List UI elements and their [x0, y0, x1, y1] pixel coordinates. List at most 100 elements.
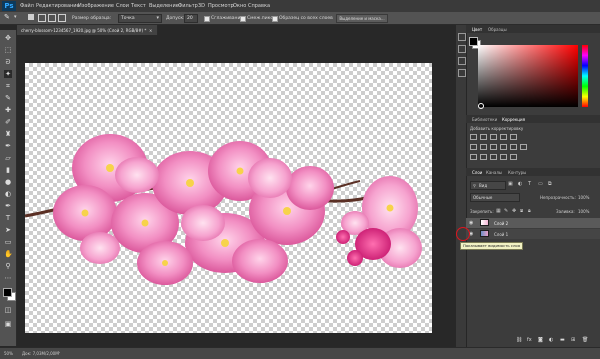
all-layers-checkbox[interactable] [272, 16, 278, 22]
menu-window[interactable]: Окно [233, 3, 246, 9]
curves-icon[interactable] [490, 134, 497, 140]
layer-row[interactable]: ◉ Слой 1 [466, 229, 600, 239]
photo-filter-icon[interactable] [500, 144, 507, 150]
new-layer-icon[interactable]: ⊞ [571, 337, 575, 343]
tolerance-input[interactable]: 20 [184, 14, 198, 23]
character-icon[interactable] [458, 57, 466, 65]
tab-adjustments[interactable]: Коррекция [502, 117, 525, 122]
color-picker-cursor[interactable] [478, 103, 484, 109]
screen-mode-icon[interactable]: ▣ [4, 320, 12, 328]
eye-icon[interactable]: ◉ [469, 220, 473, 226]
lock-all-icon[interactable]: 🔒︎ [528, 208, 531, 214]
hue-slider[interactable] [582, 45, 588, 107]
menu-type[interactable]: Текст [131, 3, 146, 9]
trash-icon[interactable]: 🗑︎ [582, 337, 588, 343]
black-white-icon[interactable] [490, 144, 497, 150]
menu-layers[interactable]: Слои [116, 3, 129, 9]
healing-brush-icon[interactable]: ✚ [4, 106, 12, 114]
link-icon[interactable]: ⛓ [516, 337, 522, 343]
eraser-tool-icon[interactable]: ▱ [4, 154, 12, 162]
magic-wand-tool-icon[interactable]: ✦ [4, 70, 12, 78]
tab-color[interactable]: Цвет [472, 27, 482, 32]
selective-color-icon[interactable] [510, 154, 517, 160]
eyedropper-tool-icon[interactable]: ✎ [4, 94, 12, 102]
shape-filter-icon[interactable]: ▭ [538, 181, 543, 187]
sample-size-select[interactable]: Точка ▾ [118, 14, 162, 23]
layer-filter-select[interactable]: ⚲ Вид [470, 181, 506, 190]
brush-tool-icon[interactable]: ✐ [4, 118, 12, 126]
pixel-filter-icon[interactable]: ▣ [508, 181, 513, 187]
lock-position-icon[interactable]: ✥ [512, 208, 516, 214]
stamp-tool-icon[interactable]: ♜ [4, 130, 12, 138]
history-brush-icon[interactable]: ✒ [4, 142, 12, 150]
gradient-tool-icon[interactable]: ▮ [4, 166, 12, 174]
layer-row[interactable]: ◉ Слой 2 [466, 218, 600, 228]
foreground-color-swatch[interactable] [3, 288, 12, 297]
crop-tool-icon[interactable]: ⌗ [4, 82, 12, 90]
zoom-tool-icon[interactable]: ⚲ [4, 262, 12, 270]
subtract-selection-icon[interactable] [48, 14, 56, 22]
history-icon[interactable] [458, 33, 466, 41]
canvas[interactable] [24, 63, 432, 333]
chevron-right-icon[interactable]: › [58, 350, 60, 356]
color-lookup-icon[interactable] [520, 144, 527, 150]
document-tab[interactable]: cherry-blossom-1234567_1920.jpg @ 50% (С… [17, 25, 158, 35]
menu-filter[interactable]: Фильтр [178, 3, 198, 9]
paragraph-icon[interactable] [458, 69, 466, 77]
channel-mixer-icon[interactable] [510, 144, 517, 150]
eyedropper-tool-icon[interactable]: ✎ [4, 13, 10, 21]
select-and-mask-button[interactable]: Выделение и маска... [336, 14, 388, 23]
foreground-color-swatch[interactable] [469, 37, 478, 46]
mask-icon[interactable]: ◙ [538, 337, 543, 343]
type-tool-icon[interactable]: T [4, 214, 12, 222]
brightness-icon[interactable] [470, 134, 477, 140]
exposure-icon[interactable] [500, 134, 507, 140]
contiguous-checkbox[interactable] [240, 16, 246, 22]
hand-tool-icon[interactable]: ✋ [4, 250, 13, 258]
fx-icon[interactable]: fx [527, 337, 532, 343]
type-filter-icon[interactable]: T [528, 181, 531, 187]
adjustment-icon[interactable]: ◐ [549, 337, 553, 343]
layer-name[interactable]: Слой 2 [494, 221, 508, 226]
properties-icon[interactable] [458, 45, 466, 53]
marquee-tool-icon[interactable]: ⬚ [4, 46, 12, 54]
tab-libraries[interactable]: Библиотеки [472, 117, 497, 122]
posterize-icon[interactable] [480, 154, 487, 160]
move-tool-icon[interactable]: ✥ [4, 34, 12, 42]
more-tools-icon[interactable]: ⋯ [4, 274, 12, 282]
tab-channels[interactable]: Каналы [486, 170, 502, 175]
lock-pixels-icon[interactable]: ✎ [504, 208, 508, 214]
lasso-tool-icon[interactable]: ᘐ [4, 58, 12, 66]
quick-mask-icon[interactable]: ◫ [4, 306, 12, 314]
hue-saturation-icon[interactable] [470, 144, 477, 150]
add-selection-icon[interactable] [38, 14, 46, 22]
menu-help[interactable]: Справка [248, 3, 270, 9]
lock-artboard-icon[interactable]: ⧈ [520, 208, 523, 214]
menu-edit[interactable]: Редактирование [36, 3, 80, 9]
chevron-down-icon[interactable]: ▾ [14, 14, 17, 20]
new-selection-icon[interactable] [28, 14, 34, 20]
menu-file[interactable]: Файл [20, 3, 34, 9]
antialias-checkbox[interactable] [204, 16, 210, 22]
close-icon[interactable]: × [149, 28, 152, 33]
threshold-icon[interactable] [490, 154, 497, 160]
folder-icon[interactable]: ▬ [560, 337, 565, 343]
pen-tool-icon[interactable]: ✒ [4, 202, 12, 210]
tab-paths[interactable]: Контуры [508, 170, 526, 175]
smart-object-filter-icon[interactable]: ⧉ [548, 181, 552, 187]
menu-select[interactable]: Выделение [149, 3, 179, 9]
levels-icon[interactable] [480, 134, 487, 140]
vibrance-icon[interactable] [510, 134, 517, 140]
blur-tool-icon[interactable]: ● [4, 178, 12, 186]
blend-mode-select[interactable]: Обычные [470, 193, 520, 202]
shape-tool-icon[interactable]: ▭ [4, 238, 12, 246]
adjustment-filter-icon[interactable]: ◐ [518, 181, 522, 187]
dodge-tool-icon[interactable]: ◐ [4, 190, 12, 198]
color-picker-field[interactable] [478, 45, 578, 107]
path-selection-icon[interactable]: ➤ [4, 226, 12, 234]
fill-value[interactable]: 100% [578, 209, 589, 214]
opacity-value[interactable]: 100% [578, 195, 589, 200]
gradient-map-icon[interactable] [500, 154, 507, 160]
menu-3d[interactable]: 3D [198, 3, 205, 9]
lock-transparent-icon[interactable]: ▦ [496, 208, 501, 214]
